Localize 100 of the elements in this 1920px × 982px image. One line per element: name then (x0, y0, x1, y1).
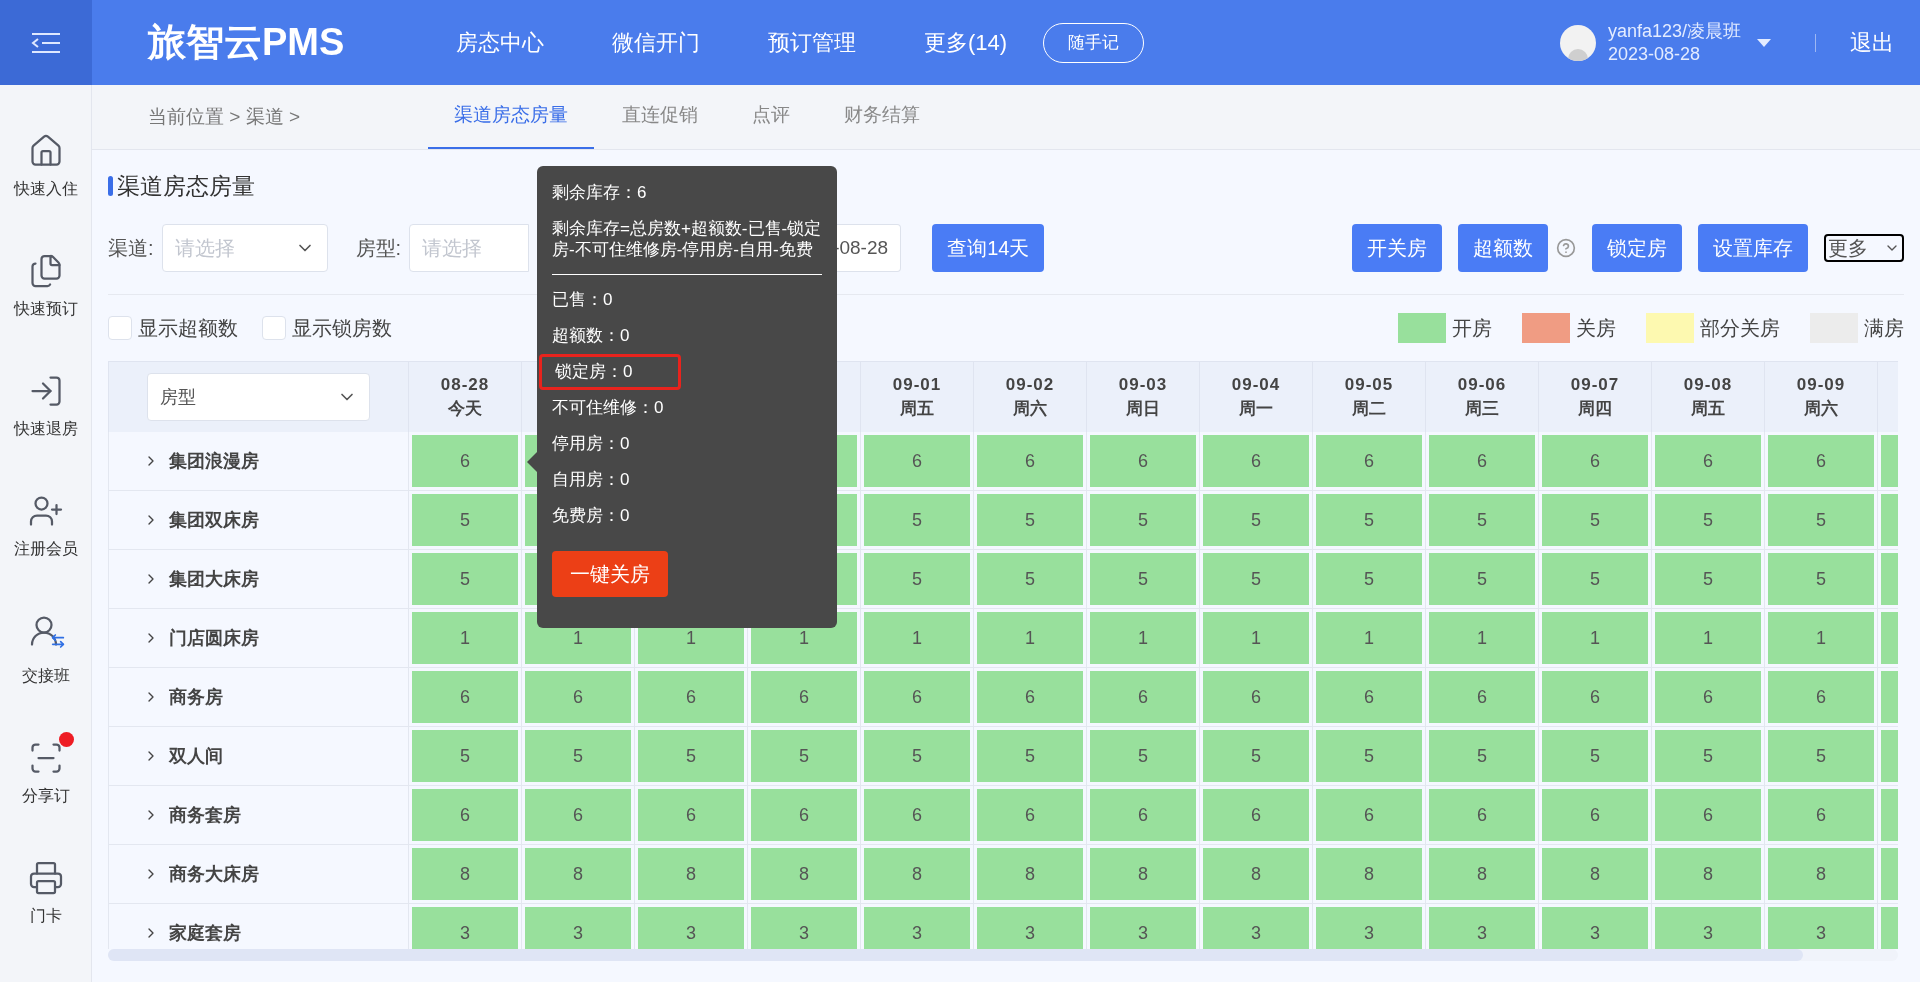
tab[interactable]: 点评 (726, 84, 816, 149)
inventory-cell[interactable]: 3 (525, 907, 631, 949)
more-select[interactable]: 更多 (1824, 234, 1904, 262)
inventory-cell[interactable]: 5 (1768, 494, 1874, 546)
inventory-cell[interactable]: 3 (977, 907, 1083, 949)
inventory-cell[interactable]: 5 (1542, 494, 1648, 546)
inventory-cell[interactable]: 6 (1542, 435, 1648, 487)
inventory-cell[interactable]: 3 (1768, 907, 1874, 949)
logout-link[interactable]: 退出 (1850, 26, 1894, 59)
action-button[interactable]: 设置库存 (1698, 224, 1808, 272)
inventory-cell[interactable]: 5 (412, 730, 518, 782)
inventory-cell[interactable]: 5 (412, 553, 518, 605)
inventory-cell[interactable]: 5 (1316, 730, 1422, 782)
inventory-cell[interactable]: 6 (1316, 435, 1422, 487)
tab[interactable]: 渠道房态房量 (428, 84, 594, 149)
menu-toggle-button[interactable] (0, 0, 92, 85)
inventory-cell[interactable]: 6 (1203, 789, 1309, 841)
inventory-cell[interactable]: 5 (1316, 494, 1422, 546)
inventory-cell[interactable]: 6 (525, 789, 631, 841)
sidebar-item[interactable]: 快速预订 (13, 245, 78, 321)
inventory-cell[interactable]: 6 (638, 671, 744, 723)
nav-link[interactable]: 预订管理 (768, 26, 856, 59)
inventory-cell[interactable]: 6 (1655, 671, 1761, 723)
inventory-cell[interactable]: 1 (1203, 612, 1309, 664)
tab[interactable]: 直连促销 (596, 84, 724, 149)
sidebar-item[interactable]: 快速退房 (13, 365, 78, 441)
inventory-cell[interactable]: 5 (525, 730, 631, 782)
close-room-button[interactable]: 一键关房 (552, 551, 668, 597)
inventory-cell[interactable]: 6 (412, 789, 518, 841)
inventory-cell[interactable]: 6 (1090, 671, 1196, 723)
inventory-cell[interactable]: 6 (864, 671, 970, 723)
sidebar-item[interactable]: 分享订 (17, 732, 74, 808)
inventory-cell[interactable]: 6 (1429, 671, 1535, 723)
inventory-cell[interactable]: 1 (864, 612, 970, 664)
inventory-cell[interactable]: 6 (1090, 789, 1196, 841)
inventory-cell[interactable]: 1 (412, 612, 518, 664)
sidebar-item[interactable]: 快速入住 (13, 125, 78, 201)
inventory-cell[interactable]: 1 (1090, 612, 1196, 664)
query-button[interactable]: 查询14天 (932, 224, 1045, 272)
tab[interactable]: 财务结算 (818, 84, 946, 149)
nav-link[interactable]: 微信开门 (612, 26, 700, 59)
inventory-cell[interactable]: 6 (1768, 671, 1874, 723)
inventory-cell[interactable]: 6 (1542, 671, 1648, 723)
inventory-cell[interactable]: 6 (1203, 671, 1309, 723)
inventory-cell[interactable]: 3 (1316, 907, 1422, 949)
action-button[interactable]: 开关房 (1352, 224, 1442, 272)
inventory-cell[interactable]: 8 (638, 848, 744, 900)
inventory-cell[interactable]: 5 (1542, 553, 1648, 605)
inventory-cell[interactable]: 1 (1768, 612, 1874, 664)
action-button[interactable]: 锁定房 (1592, 224, 1682, 272)
inventory-cell[interactable]: 3 (1429, 907, 1535, 949)
inventory-cell[interactable]: 8 (977, 848, 1083, 900)
nav-link[interactable]: 房态中心 (456, 26, 544, 59)
inventory-cell[interactable]: 5 (412, 494, 518, 546)
inventory-cell[interactable]: 3 (1655, 907, 1761, 949)
nav-link[interactable]: 更多(14) (924, 26, 1008, 59)
inventory-cell[interactable]: 8 (751, 848, 857, 900)
help-icon[interactable] (1556, 238, 1576, 258)
inventory-cell[interactable]: 3 (751, 907, 857, 949)
inventory-cell[interactable]: 5 (1090, 730, 1196, 782)
inventory-cell[interactable]: 3 (1090, 907, 1196, 949)
inventory-cell[interactable]: 6 (1429, 435, 1535, 487)
inventory-cell[interactable]: 6 (1768, 435, 1874, 487)
inventory-cell[interactable]: 5 (977, 553, 1083, 605)
room-type-select[interactable]: 房型 (147, 373, 370, 421)
inventory-cell[interactable]: 5 (1655, 730, 1761, 782)
inventory-cell[interactable]: 1 (1655, 612, 1761, 664)
inventory-cell[interactable]: 5 (864, 553, 970, 605)
inventory-cell[interactable]: 6 (1316, 789, 1422, 841)
inventory-cell[interactable]: 6 (864, 789, 970, 841)
inventory-cell[interactable]: 8 (1090, 848, 1196, 900)
inventory-cell[interactable]: 1 (1429, 612, 1535, 664)
inventory-cell[interactable]: 5 (751, 730, 857, 782)
inventory-cell[interactable]: 6 (412, 671, 518, 723)
sidebar-item[interactable]: 门卡 (17, 852, 74, 928)
inventory-cell[interactable]: 5 (1090, 553, 1196, 605)
inventory-cell[interactable]: 5 (864, 494, 970, 546)
inventory-cell[interactable]: 3 (638, 907, 744, 949)
inventory-cell[interactable]: 6 (864, 435, 970, 487)
inventory-cell[interactable]: 1 (977, 612, 1083, 664)
inventory-cell[interactable]: 6 (977, 435, 1083, 487)
inventory-cell[interactable]: 5 (638, 730, 744, 782)
inventory-cell[interactable]: 5 (1429, 553, 1535, 605)
inventory-cell[interactable]: 6 (977, 671, 1083, 723)
inventory-cell[interactable]: 6 (1768, 789, 1874, 841)
inventory-cell[interactable]: 6 (1429, 789, 1535, 841)
action-button[interactable]: 超额数 (1458, 224, 1548, 272)
inventory-cell[interactable]: 6 (1542, 789, 1648, 841)
inventory-cell[interactable]: 5 (1090, 494, 1196, 546)
inventory-cell[interactable]: 3 (1542, 907, 1648, 949)
inventory-cell[interactable]: 5 (864, 730, 970, 782)
inventory-cell[interactable]: 8 (864, 848, 970, 900)
inventory-cell[interactable]: 5 (1203, 494, 1309, 546)
inventory-cell[interactable]: 6 (412, 435, 518, 487)
inventory-cell[interactable]: 5 (1429, 494, 1535, 546)
inventory-cell[interactable]: 8 (1542, 848, 1648, 900)
inventory-cell[interactable]: 5 (977, 730, 1083, 782)
inventory-cell[interactable]: 1 (1542, 612, 1648, 664)
inventory-cell[interactable]: 8 (412, 848, 518, 900)
sidebar-item[interactable]: 交接班 (15, 605, 76, 688)
